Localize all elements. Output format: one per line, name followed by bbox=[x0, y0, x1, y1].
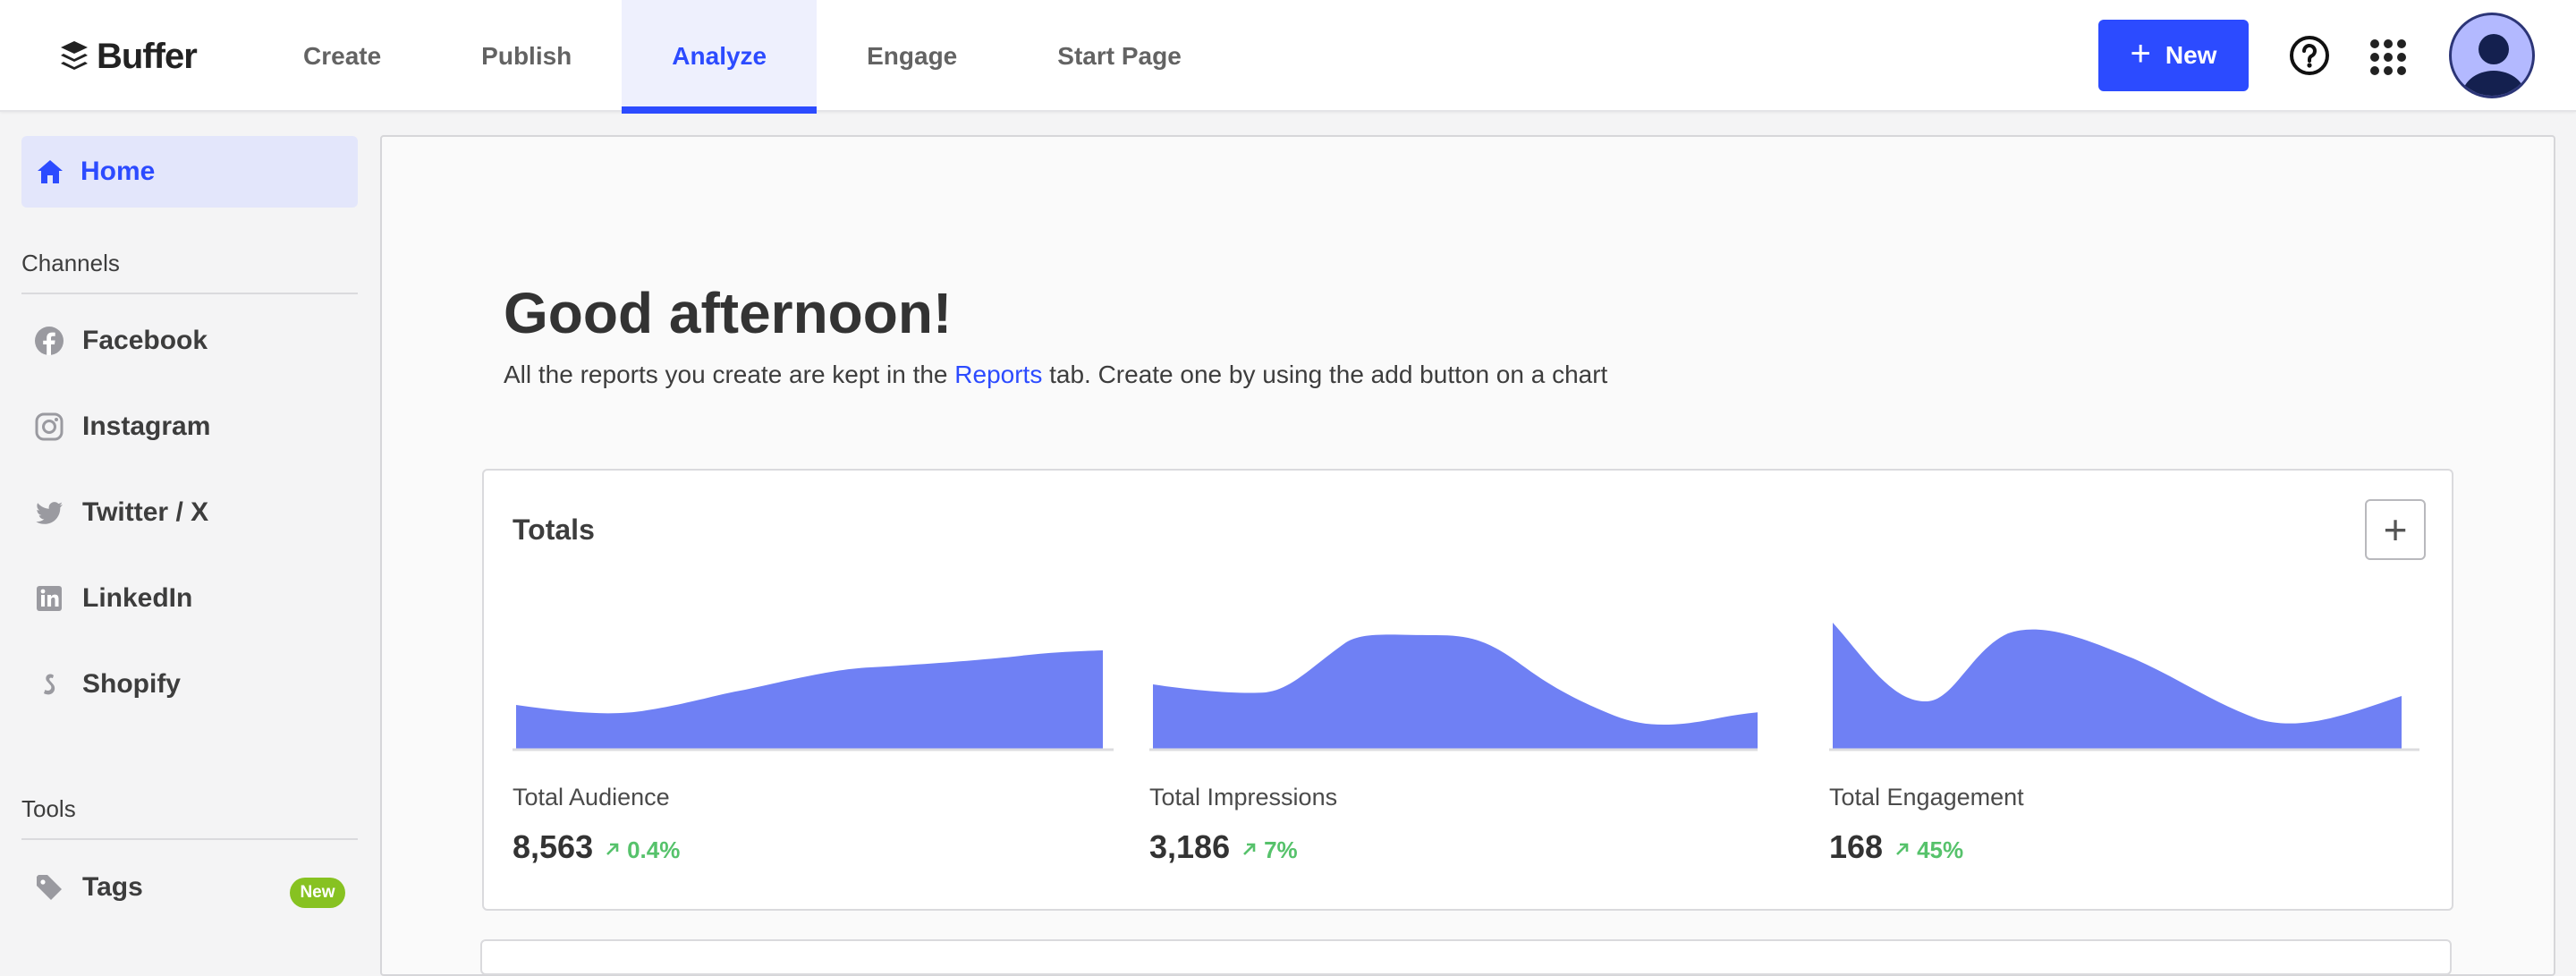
arrow-up-right-icon bbox=[606, 843, 619, 855]
sidebar: Home Channels Facebook Instagram Twitter… bbox=[0, 114, 376, 951]
metric-change-value: 45% bbox=[1917, 836, 1964, 863]
sidebar-item-shopify[interactable]: Shopify bbox=[34, 669, 181, 700]
help-icon[interactable] bbox=[2288, 34, 2331, 77]
main-panel: Good afternoon! All the reports you crea… bbox=[380, 135, 2555, 976]
tab-start-page[interactable]: Start Page bbox=[1007, 0, 1232, 112]
metric-value-row: 8,563 0.4% bbox=[513, 828, 680, 866]
page-title: Good afternoon! bbox=[504, 281, 953, 345]
linkedin-icon bbox=[37, 586, 62, 611]
avatar-person-icon bbox=[2462, 34, 2526, 96]
new-badge: New bbox=[290, 878, 345, 908]
sidebar-item-label: Twitter / X bbox=[82, 497, 209, 527]
metric-value: 3,186 bbox=[1149, 828, 1231, 865]
metric-value: 168 bbox=[1829, 828, 1884, 865]
metric-change: 45% bbox=[1894, 836, 1963, 864]
metric-label: Total Engagement bbox=[1829, 784, 2024, 811]
divider bbox=[21, 293, 358, 294]
metric-value-row: 3,186 7% bbox=[1149, 828, 1298, 866]
totals-card: Totals + Total Audience 8,563 0.4% Total… bbox=[482, 469, 2453, 911]
audience-sparkline bbox=[513, 650, 1114, 751]
add-to-report-button[interactable]: + bbox=[2365, 499, 2426, 560]
sidebar-item-label: Instagram bbox=[82, 412, 211, 441]
impressions-sparkline bbox=[1149, 634, 1758, 751]
main-nav: Create Publish Analyze Engage Start Page bbox=[253, 0, 1232, 114]
buffer-logo[interactable]: Buffer bbox=[59, 34, 198, 79]
metric-value: 8,563 bbox=[513, 828, 594, 865]
apps-grid-icon[interactable] bbox=[2368, 38, 2408, 77]
user-avatar[interactable] bbox=[2449, 13, 2535, 98]
sidebar-item-label: Facebook bbox=[82, 326, 208, 355]
divider bbox=[21, 838, 358, 840]
next-card bbox=[480, 939, 2452, 975]
tools-heading: Tools bbox=[21, 795, 76, 822]
channels-heading: Channels bbox=[21, 250, 120, 276]
metric-change-value: 0.4% bbox=[627, 836, 681, 863]
reports-link[interactable]: Reports bbox=[954, 361, 1042, 388]
top-bar: Buffer Create Publish Analyze Engage Sta… bbox=[0, 0, 2576, 114]
sidebar-item-facebook[interactable]: Facebook bbox=[34, 326, 208, 356]
sidebar-item-label: Home bbox=[80, 157, 156, 186]
arrow-up-right-icon bbox=[1243, 843, 1256, 855]
metric-total-audience: Total Audience 8,563 0.4% bbox=[513, 596, 1121, 882]
shopify-icon bbox=[44, 674, 55, 695]
metric-value-row: 168 45% bbox=[1829, 828, 1963, 866]
sidebar-item-label: LinkedIn bbox=[82, 583, 193, 613]
twitter-icon bbox=[36, 502, 63, 524]
instagram-icon bbox=[35, 412, 64, 441]
hint-text-before: All the reports you create are kept in t… bbox=[504, 361, 955, 388]
facebook-icon bbox=[35, 327, 64, 355]
metric-change: 0.4% bbox=[604, 836, 680, 864]
metric-change: 7% bbox=[1241, 836, 1298, 864]
metric-change-value: 7% bbox=[1264, 836, 1298, 863]
hint-text-after: tab. Create one by using the add button … bbox=[1042, 361, 1608, 388]
sidebar-item-tags[interactable]: Tags bbox=[34, 872, 143, 903]
reports-hint: All the reports you create are kept in t… bbox=[504, 361, 1607, 389]
arrow-up-right-icon bbox=[1896, 843, 1909, 855]
metric-label: Total Audience bbox=[513, 784, 670, 811]
engagement-sparkline bbox=[1829, 623, 2419, 751]
new-button-label: New bbox=[2165, 41, 2217, 69]
sidebar-item-twitter[interactable]: Twitter / X bbox=[34, 497, 208, 528]
metric-total-impressions: Total Impressions 3,186 7% bbox=[1149, 596, 1758, 882]
metric-total-engagement: Total Engagement 168 45% bbox=[1829, 596, 2437, 882]
tab-analyze[interactable]: Analyze bbox=[622, 0, 818, 114]
tag-icon bbox=[37, 875, 62, 900]
sidebar-item-home[interactable]: Home bbox=[21, 136, 358, 208]
tab-create[interactable]: Create bbox=[253, 0, 431, 112]
sidebar-item-label: Tags bbox=[82, 872, 143, 902]
tab-publish[interactable]: Publish bbox=[431, 0, 622, 112]
tab-engage[interactable]: Engage bbox=[817, 0, 1007, 112]
home-icon bbox=[38, 160, 63, 183]
sidebar-item-linkedin[interactable]: LinkedIn bbox=[34, 583, 192, 614]
buffer-logo-icon bbox=[61, 41, 88, 70]
plus-icon: + bbox=[2130, 34, 2151, 73]
new-button[interactable]: + New bbox=[2098, 20, 2249, 91]
totals-title: Totals bbox=[513, 513, 595, 546]
buffer-logo-text: Buffer bbox=[97, 36, 198, 76]
sidebar-item-instagram[interactable]: Instagram bbox=[34, 412, 210, 442]
metric-label: Total Impressions bbox=[1149, 784, 1338, 811]
sidebar-item-label: Shopify bbox=[82, 669, 181, 699]
